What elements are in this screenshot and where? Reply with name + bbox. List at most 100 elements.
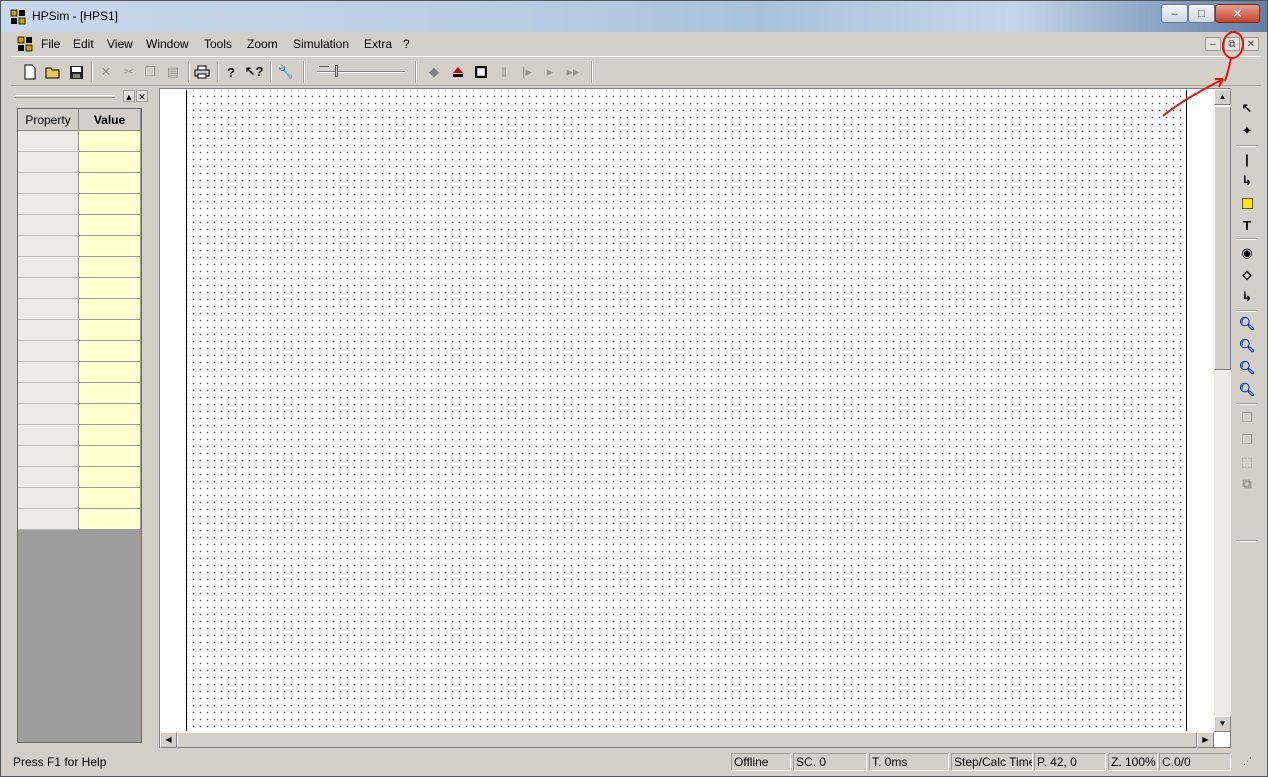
property-value-cell[interactable] bbox=[79, 341, 141, 362]
panel-collapse-button[interactable]: ▲ bbox=[123, 90, 135, 102]
property-row[interactable] bbox=[18, 152, 141, 173]
ungroup-tool[interactable]: ⧉ bbox=[1237, 474, 1257, 494]
property-name-cell[interactable] bbox=[18, 278, 79, 299]
title-bar[interactable]: HPSim - [HPS1] – □ ✕ bbox=[1, 1, 1267, 32]
context-help-button[interactable]: ↖? bbox=[245, 63, 264, 81]
open-button[interactable] bbox=[44, 63, 62, 81]
settings-button[interactable]: 🔧 bbox=[277, 63, 295, 81]
child-minimize-button[interactable]: – bbox=[1205, 37, 1221, 51]
stop-button[interactable] bbox=[472, 63, 490, 81]
property-name-cell[interactable] bbox=[18, 215, 79, 236]
delete-button[interactable]: ✕ bbox=[97, 63, 115, 81]
property-row[interactable] bbox=[18, 131, 141, 152]
property-value-cell[interactable] bbox=[79, 236, 141, 257]
property-value-cell[interactable] bbox=[79, 488, 141, 509]
group-tool[interactable]: ⬚ bbox=[1237, 452, 1257, 472]
menu-window[interactable]: Window bbox=[146, 37, 189, 51]
slider-thumb[interactable] bbox=[335, 65, 338, 77]
close-button[interactable]: ✕ bbox=[1215, 4, 1260, 23]
property-row[interactable] bbox=[18, 404, 141, 425]
scroll-down-button[interactable]: ▼ bbox=[1214, 716, 1231, 732]
property-value-cell[interactable] bbox=[79, 194, 141, 215]
scroll-right-button[interactable]: ▶ bbox=[1197, 732, 1214, 748]
property-value-cell[interactable] bbox=[79, 467, 141, 488]
property-name-cell[interactable] bbox=[18, 509, 79, 530]
drawing-canvas[interactable] bbox=[186, 90, 1187, 731]
reset-button[interactable]: ◆ bbox=[425, 63, 443, 81]
property-name-cell[interactable] bbox=[18, 383, 79, 404]
property-value-cell[interactable] bbox=[79, 446, 141, 467]
property-name-cell[interactable] bbox=[18, 257, 79, 278]
menu-simulation[interactable]: Simulation bbox=[293, 37, 349, 51]
property-name-cell[interactable] bbox=[18, 362, 79, 383]
property-row[interactable] bbox=[18, 488, 141, 509]
zoom-tool[interactable]: 🔍︎ bbox=[1237, 336, 1257, 356]
property-value-cell[interactable] bbox=[79, 278, 141, 299]
text-tool[interactable]: T bbox=[1237, 215, 1257, 235]
property-name-cell[interactable] bbox=[18, 404, 79, 425]
help-button[interactable]: ? bbox=[222, 63, 240, 81]
eject-button[interactable] bbox=[449, 63, 467, 81]
size-grip[interactable]: ⋰ bbox=[1243, 756, 1257, 770]
property-name-cell[interactable] bbox=[18, 173, 79, 194]
maximize-button[interactable]: □ bbox=[1188, 4, 1215, 23]
property-row[interactable] bbox=[18, 194, 141, 215]
rectangle-tool[interactable] bbox=[1237, 193, 1257, 213]
menu-help[interactable]: ? bbox=[403, 37, 410, 51]
select-tool[interactable]: ↖ bbox=[1237, 99, 1257, 119]
property-value-cell[interactable] bbox=[79, 362, 141, 383]
connector-tool[interactable]: ↳ bbox=[1237, 171, 1257, 191]
property-name-cell[interactable] bbox=[18, 467, 79, 488]
property-row[interactable] bbox=[18, 299, 141, 320]
menu-edit[interactable]: Edit bbox=[73, 37, 94, 51]
property-value-cell[interactable] bbox=[79, 404, 141, 425]
property-name-cell[interactable] bbox=[18, 425, 79, 446]
line-tool[interactable]: | bbox=[1237, 149, 1257, 169]
property-row[interactable] bbox=[18, 257, 141, 278]
property-name-cell[interactable] bbox=[18, 194, 79, 215]
property-name-cell[interactable] bbox=[18, 320, 79, 341]
property-row[interactable] bbox=[18, 446, 141, 467]
property-row[interactable] bbox=[18, 467, 141, 488]
property-row[interactable] bbox=[18, 278, 141, 299]
zoom-in-tool[interactable]: 🔍︎ bbox=[1237, 314, 1257, 334]
property-row[interactable] bbox=[18, 362, 141, 383]
child-close-button[interactable]: ✕ bbox=[1243, 37, 1259, 51]
cut-button[interactable]: ✂ bbox=[120, 63, 138, 81]
bring-front-tool[interactable]: ❐ bbox=[1237, 408, 1257, 428]
horizontal-scrollbar[interactable]: ◀ ▶ bbox=[160, 732, 1214, 748]
send-back-tool[interactable]: ❐ bbox=[1237, 430, 1257, 450]
property-row[interactable] bbox=[18, 173, 141, 194]
drawing-area[interactable]: ▲ ▼ ◀ ▶ bbox=[159, 88, 1231, 748]
property-value-cell[interactable] bbox=[79, 320, 141, 341]
menu-file[interactable]: File bbox=[41, 37, 60, 51]
column-header-property[interactable]: Property bbox=[18, 109, 79, 131]
new-button[interactable] bbox=[21, 63, 39, 81]
property-value-cell[interactable] bbox=[79, 425, 141, 446]
fast-forward-button[interactable]: ▸▸ bbox=[564, 63, 582, 81]
menu-view[interactable]: View bbox=[107, 37, 133, 51]
menu-zoom[interactable]: Zoom bbox=[247, 37, 278, 51]
property-row[interactable] bbox=[18, 215, 141, 236]
property-value-cell[interactable] bbox=[79, 257, 141, 278]
scroll-left-button[interactable]: ◀ bbox=[160, 732, 177, 748]
property-value-cell[interactable] bbox=[79, 173, 141, 194]
panel-grip[interactable] bbox=[15, 95, 115, 98]
property-row[interactable] bbox=[18, 236, 141, 257]
print-button[interactable] bbox=[193, 63, 211, 81]
zoom-fit-tool[interactable]: 🔍︎ bbox=[1237, 380, 1257, 400]
property-value-cell[interactable] bbox=[79, 215, 141, 236]
property-row[interactable] bbox=[18, 509, 141, 530]
panel-close-button[interactable]: ✕ bbox=[136, 90, 148, 102]
property-value-cell[interactable] bbox=[79, 383, 141, 404]
column-header-value[interactable]: Value bbox=[79, 109, 141, 131]
property-value-cell[interactable] bbox=[79, 509, 141, 530]
menu-extra[interactable]: Extra bbox=[364, 37, 392, 51]
move-tool[interactable]: ✦ bbox=[1237, 121, 1257, 141]
property-name-cell[interactable] bbox=[18, 299, 79, 320]
transition-tool[interactable]: ⬦ bbox=[1237, 265, 1257, 285]
property-name-cell[interactable] bbox=[18, 446, 79, 467]
property-row[interactable] bbox=[18, 425, 141, 446]
copy-button[interactable]: ❐ bbox=[141, 63, 159, 81]
save-button[interactable] bbox=[67, 63, 85, 81]
